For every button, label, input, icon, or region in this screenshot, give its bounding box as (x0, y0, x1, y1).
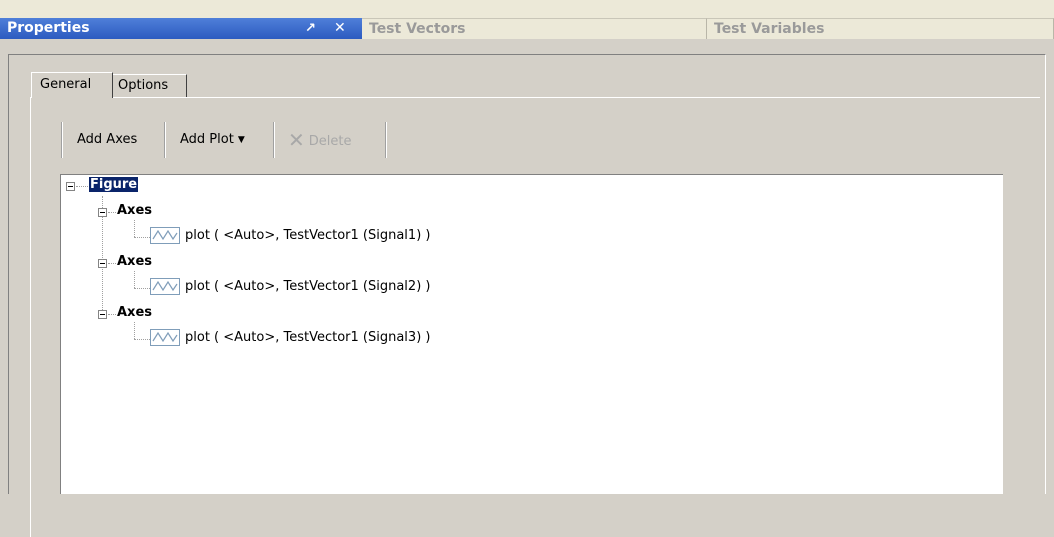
tree-connector (76, 186, 88, 187)
tree-connector (108, 263, 116, 264)
tree-connector (134, 339, 150, 340)
tab-test-vectors-label: Test Vectors (369, 21, 466, 37)
tab-options[interactable]: Options (113, 74, 187, 97)
collapse-icon[interactable] (66, 182, 75, 191)
delete-x-icon: ✕ (288, 128, 305, 152)
toolbar-separator (61, 122, 63, 158)
tree-node-plot[interactable]: plot ( <Auto>, TestVector1 (Signal2) ) (185, 279, 430, 294)
tree-node-axes[interactable]: Axes (117, 305, 152, 320)
axes-label: Axes (117, 254, 153, 269)
axes-label: Axes (117, 305, 153, 320)
add-plot-label: Add Plot (180, 132, 234, 147)
dock-tab-strip: Properties ↗ ✕ Test Vectors Test Variabl… (0, 0, 1054, 39)
tree-connector (108, 314, 116, 315)
signal-wave-icon (150, 227, 180, 244)
delete-button[interactable]: ✕ Delete (288, 122, 351, 158)
axes-label: Axes (117, 203, 153, 218)
tree-connector (134, 271, 135, 288)
tree-node-plot[interactable]: plot ( <Auto>, TestVector1 (Signal1) ) (185, 228, 430, 243)
signal-wave-icon (150, 278, 180, 295)
add-axes-label: Add Axes (77, 132, 138, 147)
tab-test-variables-label: Test Variables (714, 21, 825, 37)
toolbar-separator (385, 122, 387, 158)
plot-label: plot ( <Auto>, TestVector1 (Signal1) ) (185, 228, 431, 243)
collapse-icon[interactable] (98, 208, 107, 217)
tree-connector (134, 288, 150, 289)
tree-connector (108, 212, 116, 213)
toolbar-separator (273, 122, 275, 158)
collapse-icon[interactable] (98, 259, 107, 268)
figure-label: Figure (87, 176, 140, 193)
tab-general[interactable]: General (31, 72, 113, 98)
tab-properties-label: Properties (7, 20, 90, 36)
plot-label: plot ( <Auto>, TestVector1 (Signal2) ) (185, 279, 431, 294)
delete-label: Delete (308, 134, 352, 149)
plot-label: plot ( <Auto>, TestVector1 (Signal3) ) (185, 330, 431, 345)
collapse-icon[interactable] (98, 310, 107, 319)
tree-node-figure[interactable]: Figure (87, 176, 140, 193)
tab-test-variables[interactable]: Test Variables (707, 18, 1054, 39)
tab-properties[interactable]: Properties ↗ ✕ (0, 18, 362, 39)
tree-node-axes[interactable]: Axes (117, 203, 152, 218)
add-axes-button[interactable]: Add Axes (77, 122, 137, 158)
signal-wave-icon (150, 329, 180, 346)
add-plot-button[interactable]: Add Plot ▼ (180, 122, 245, 158)
pin-icon[interactable]: ↗ (305, 18, 316, 39)
tree-connector (134, 322, 135, 339)
dropdown-arrow-icon: ▼ (237, 135, 245, 145)
tree-connector (134, 237, 150, 238)
tab-options-label: Options (118, 78, 169, 93)
tab-test-vectors[interactable]: Test Vectors (362, 18, 707, 39)
tree-node-plot[interactable]: plot ( <Auto>, TestVector1 (Signal3) ) (185, 330, 430, 345)
toolbar-separator (164, 122, 166, 158)
tree-node-axes[interactable]: Axes (117, 254, 152, 269)
tab-general-label: General (40, 77, 92, 92)
close-icon[interactable]: ✕ (334, 18, 346, 39)
figure-tree-view[interactable]: Figure Axes plot ( <Auto>, TestVector1 (… (60, 174, 1003, 494)
tree-connector (134, 220, 135, 237)
